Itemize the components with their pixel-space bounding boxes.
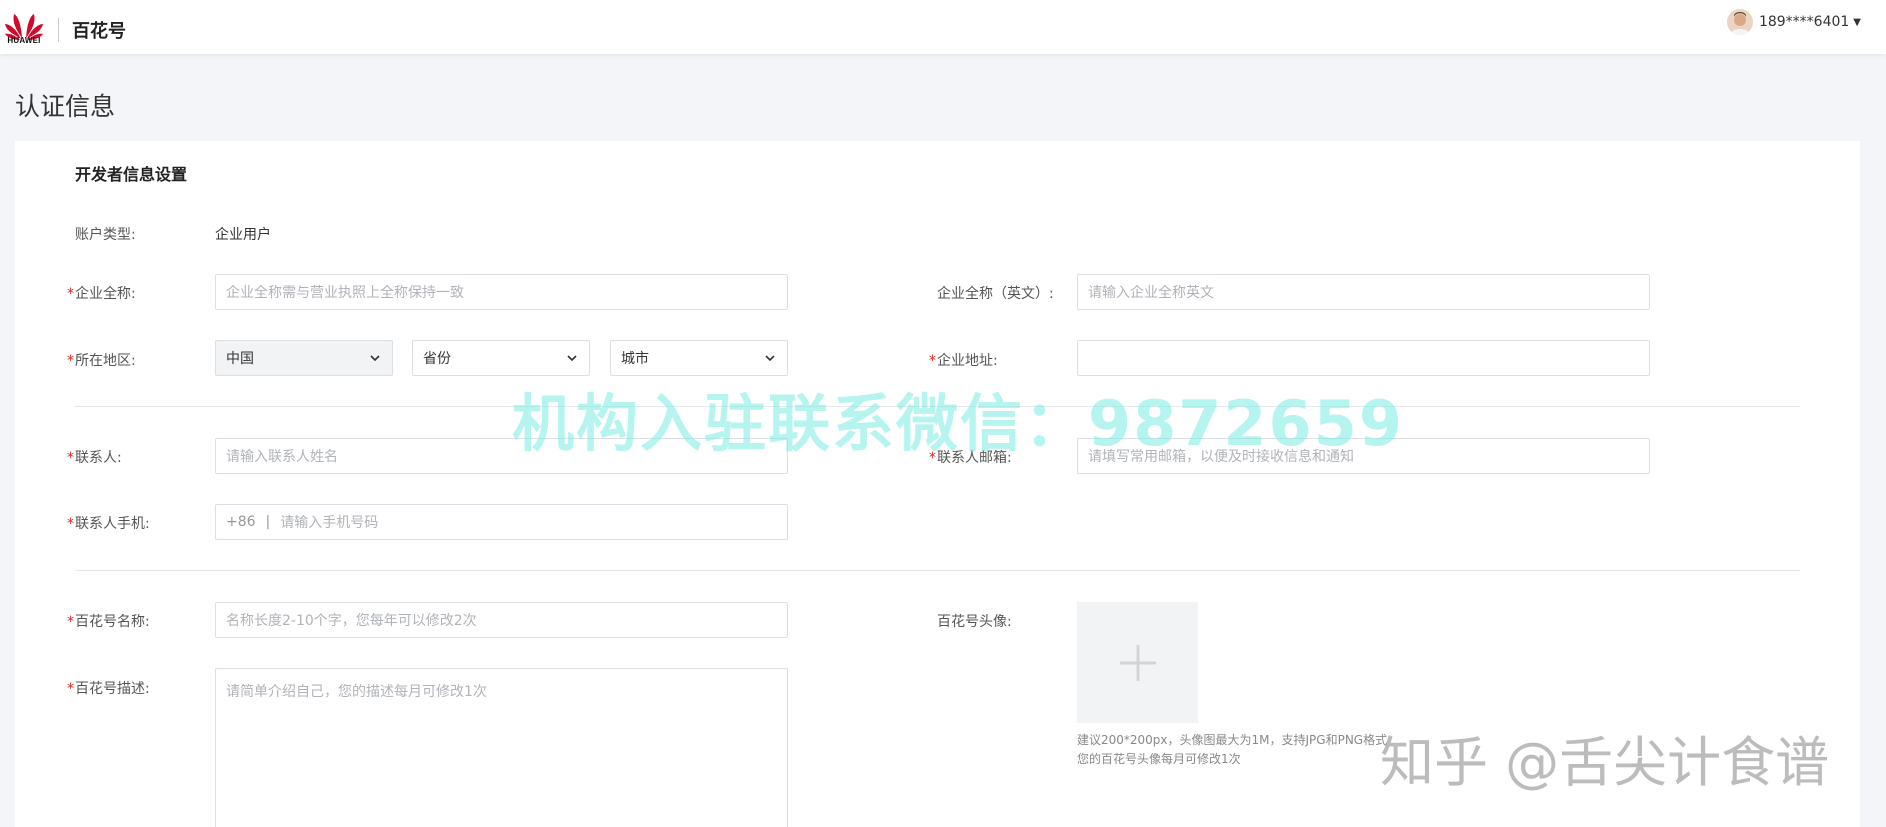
phone-prefix: +86 bbox=[226, 514, 256, 530]
company-name-input[interactable]: 企业全称需与营业执照上全称保持一致 bbox=[215, 274, 788, 310]
account-name-input[interactable]: 名称长度2-10个字，您每年可以修改2次 bbox=[215, 602, 788, 638]
required-mark: * bbox=[67, 286, 74, 302]
required-mark: * bbox=[929, 353, 936, 369]
country-select[interactable]: 中国 bbox=[215, 340, 393, 376]
avatar-hint-frequency: 您的百花号头像每月可修改1次 bbox=[1077, 752, 1241, 766]
chevron-down-icon bbox=[765, 355, 775, 362]
contact-phone-input[interactable]: +86 | 请输入手机号码 bbox=[215, 504, 788, 540]
avatar-hint-size: 建议200*200px，头像图最大为1M，支持JPG和PNG格式 bbox=[1077, 733, 1388, 747]
plus-icon bbox=[1119, 644, 1156, 681]
logo-text: HUAWEI bbox=[7, 36, 41, 45]
account-avatar-label: 百花号头像: bbox=[937, 614, 1012, 630]
city-select[interactable]: 城市 bbox=[610, 340, 788, 376]
avatar-upload[interactable] bbox=[1077, 602, 1198, 723]
required-mark: * bbox=[67, 516, 74, 532]
required-mark: * bbox=[67, 681, 74, 697]
user-menu[interactable]: 189****6401 ▼ bbox=[1726, 8, 1861, 36]
province-select[interactable]: 省份 bbox=[412, 340, 590, 376]
user-avatar[interactable] bbox=[1726, 9, 1753, 35]
account-desc-textarea[interactable]: 请简单介绍自己，您的描述每月可修改1次 bbox=[215, 668, 788, 827]
company-address-label: *企业地址: bbox=[929, 353, 998, 369]
page-title: 认证信息 bbox=[15, 92, 116, 121]
user-phone[interactable]: 189****6401 bbox=[1759, 14, 1849, 30]
divider bbox=[75, 570, 1800, 571]
chevron-down-icon bbox=[370, 355, 380, 362]
zhihu-watermark: 知乎 @舌尖计食谱 bbox=[1380, 731, 1830, 794]
top-bar: HUAWEI 百花号 189****6401 ▼ bbox=[0, 0, 1886, 54]
company-name-label: *企业全称: bbox=[67, 286, 136, 302]
account-type-value: 企业用户 bbox=[215, 227, 271, 243]
phone-prefix-separator: | bbox=[265, 514, 271, 530]
company-name-en-label: 企业全称（英文）: bbox=[937, 286, 1054, 302]
app-name[interactable]: 百花号 bbox=[72, 17, 126, 43]
company-address-input[interactable] bbox=[1077, 340, 1650, 376]
contact-name-label: *联系人: bbox=[67, 450, 122, 466]
company-name-en-input[interactable]: 请输入企业全称英文 bbox=[1077, 274, 1650, 310]
account-type-label: 账户类型: bbox=[75, 227, 136, 243]
chevron-down-icon bbox=[567, 355, 577, 362]
logo-divider bbox=[58, 18, 59, 42]
account-name-label: *百花号名称: bbox=[67, 614, 150, 630]
required-mark: * bbox=[67, 450, 74, 466]
caret-down-icon[interactable]: ▼ bbox=[1853, 17, 1861, 28]
contact-phone-label: *联系人手机: bbox=[67, 516, 150, 532]
account-desc-label: *百花号描述: bbox=[67, 681, 150, 697]
required-mark: * bbox=[67, 614, 74, 630]
watermark-text: 机构入驻联系微信：9872659 bbox=[512, 387, 1404, 460]
required-mark: * bbox=[67, 353, 74, 369]
section-title: 开发者信息设置 bbox=[75, 165, 188, 184]
region-label: *所在地区: bbox=[67, 353, 136, 369]
